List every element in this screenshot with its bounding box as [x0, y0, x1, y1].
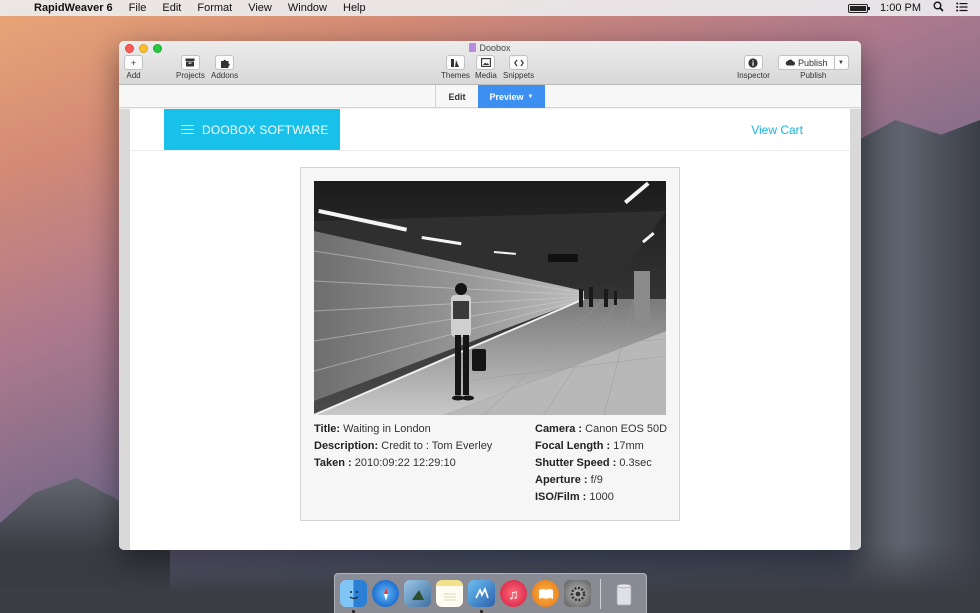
photo-details-right: Camera : Canon EOS 50D Focal Length : 17… — [535, 421, 667, 506]
photo-taken-label: Taken : — [314, 457, 352, 469]
trash-icon[interactable] — [610, 580, 637, 607]
photo-description-label: Description: — [314, 440, 379, 452]
ibooks-icon[interactable] — [532, 580, 559, 607]
themes-icon — [445, 55, 465, 70]
add-label: Add — [126, 71, 141, 80]
publish-group: Publish ▼ Publish — [778, 55, 849, 80]
web-page: DOOBOX SOFTWARE View Cart Title: Waiting… — [130, 109, 850, 550]
media-label: Media — [475, 71, 497, 80]
menu-edit[interactable]: Edit — [154, 2, 189, 14]
mode-switcher: Edit Preview ▼ — [119, 85, 861, 108]
menu-format[interactable]: Format — [189, 2, 240, 14]
photo-camera-label: Camera : — [535, 423, 583, 435]
plus-icon: + — [124, 55, 143, 70]
notification-center-icon[interactable] — [956, 2, 968, 15]
media-image-icon — [476, 55, 496, 70]
code-brackets-icon — [509, 55, 529, 70]
publish-button[interactable]: Publish ▼ — [778, 55, 849, 70]
media-button[interactable]: Media — [475, 55, 497, 80]
photo-title-value: Waiting in London — [343, 423, 431, 435]
photo-title-label: Title: — [314, 423, 341, 435]
subway-photo[interactable] — [314, 181, 666, 415]
inspector-label: Inspector — [737, 71, 770, 80]
photo-taken-row: Taken : 2010:09:22 12:29:10 — [314, 455, 492, 472]
snippets-label: Snippets — [503, 71, 535, 80]
photo-focal-value: 17mm — [613, 440, 644, 452]
photo-aperture-value: f/9 — [590, 474, 603, 486]
window-toolbar: Doobox + Add Projects Addons Themes Medi… — [119, 41, 861, 85]
menu-help[interactable]: Help — [335, 2, 374, 14]
itunes-icon[interactable]: ♫ — [500, 580, 527, 607]
add-button[interactable]: + Add — [124, 55, 143, 80]
notes-icon[interactable] — [436, 580, 463, 607]
document-icon — [469, 43, 477, 52]
photo-camera-row: Camera : Canon EOS 50D — [535, 421, 667, 438]
photo-details-left: Title: Waiting in London Description: Cr… — [314, 421, 492, 472]
snippets-button[interactable]: Snippets — [503, 55, 534, 80]
menu-window[interactable]: Window — [280, 2, 335, 14]
site-brand-text: DOOBOX SOFTWARE — [202, 122, 329, 137]
photo-taken-value: 2010:09:22 12:29:10 — [354, 457, 456, 469]
publish-label: Publish — [800, 71, 827, 80]
photo-shutter-label: Shutter Speed : — [535, 457, 617, 469]
info-icon — [743, 55, 763, 70]
menubar-clock[interactable]: 1:00 PM — [880, 2, 921, 14]
menu-file[interactable]: File — [121, 2, 155, 14]
menu-view[interactable]: View — [240, 2, 280, 14]
photo-aperture-label: Aperture : — [535, 474, 588, 486]
chevron-down-icon: ▼ — [527, 93, 534, 100]
photo-shutter-value: 0.3sec — [619, 457, 652, 469]
photo-title-row: Title: Waiting in London — [314, 421, 492, 438]
system-preferences-icon[interactable] — [564, 580, 591, 607]
window-title: Doobox — [119, 43, 861, 53]
view-cart-link[interactable]: View Cart — [751, 123, 803, 137]
spotlight-search-icon[interactable] — [933, 1, 944, 15]
battery-icon[interactable] — [848, 3, 871, 13]
site-brand-menu[interactable]: DOOBOX SOFTWARE — [164, 109, 340, 150]
site-header: DOOBOX SOFTWARE View Cart — [130, 109, 850, 151]
photo-aperture-row: Aperture : f/9 — [535, 472, 667, 489]
photo-iso-label: ISO/Film : — [535, 491, 587, 503]
projects-button[interactable]: Projects — [176, 55, 205, 80]
safari-icon[interactable] — [372, 580, 399, 607]
dock: ♫ — [334, 573, 647, 613]
window-title-text: Doobox — [479, 43, 511, 53]
inspector-button[interactable]: Inspector — [737, 55, 770, 80]
rapidweaver-icon[interactable] — [468, 580, 495, 613]
rapidweaver-window: Doobox + Add Projects Addons Themes Medi… — [119, 41, 861, 550]
photo-iso-row: ISO/Film : 1000 — [535, 489, 667, 506]
themes-button[interactable]: Themes — [441, 55, 470, 80]
menu-bar: RapidWeaver 6 File Edit Format View Wind… — [0, 0, 980, 16]
finder-icon[interactable] — [340, 580, 367, 613]
menu-app-name[interactable]: RapidWeaver 6 — [30, 2, 121, 14]
photo-iso-value: 1000 — [589, 491, 614, 503]
photo-focal-row: Focal Length : 17mm — [535, 438, 667, 455]
desktop-mountain-right — [850, 120, 980, 613]
puzzle-piece-icon — [215, 55, 235, 70]
addons-button[interactable]: Addons — [211, 55, 238, 80]
tab-preview-label: Preview — [489, 91, 524, 102]
photo-description-value: Credit to : Tom Everley — [381, 440, 493, 452]
themes-label: Themes — [441, 71, 470, 80]
photo-shutter-row: Shutter Speed : 0.3sec — [535, 455, 667, 472]
preview-icon[interactable] — [404, 580, 431, 607]
dock-separator — [600, 578, 601, 609]
projects-label: Projects — [176, 71, 205, 80]
publish-button-label: Publish — [798, 57, 828, 68]
hamburger-menu-icon — [181, 124, 194, 135]
tab-edit[interactable]: Edit — [435, 85, 478, 108]
preview-area: DOOBOX SOFTWARE View Cart Title: Waiting… — [119, 109, 861, 550]
archive-box-icon — [180, 55, 200, 70]
photo-description-row: Description: Credit to : Tom Everley — [314, 438, 492, 455]
photo-camera-value: Canon EOS 50D — [585, 423, 668, 435]
photo-card: Title: Waiting in London Description: Cr… — [300, 167, 680, 521]
tab-preview[interactable]: Preview ▼ — [478, 85, 545, 108]
publish-dropdown-chevron-icon[interactable]: ▼ — [833, 56, 848, 69]
photo-focal-label: Focal Length : — [535, 440, 611, 452]
addons-label: Addons — [211, 71, 239, 80]
cloud-upload-icon — [785, 58, 795, 68]
